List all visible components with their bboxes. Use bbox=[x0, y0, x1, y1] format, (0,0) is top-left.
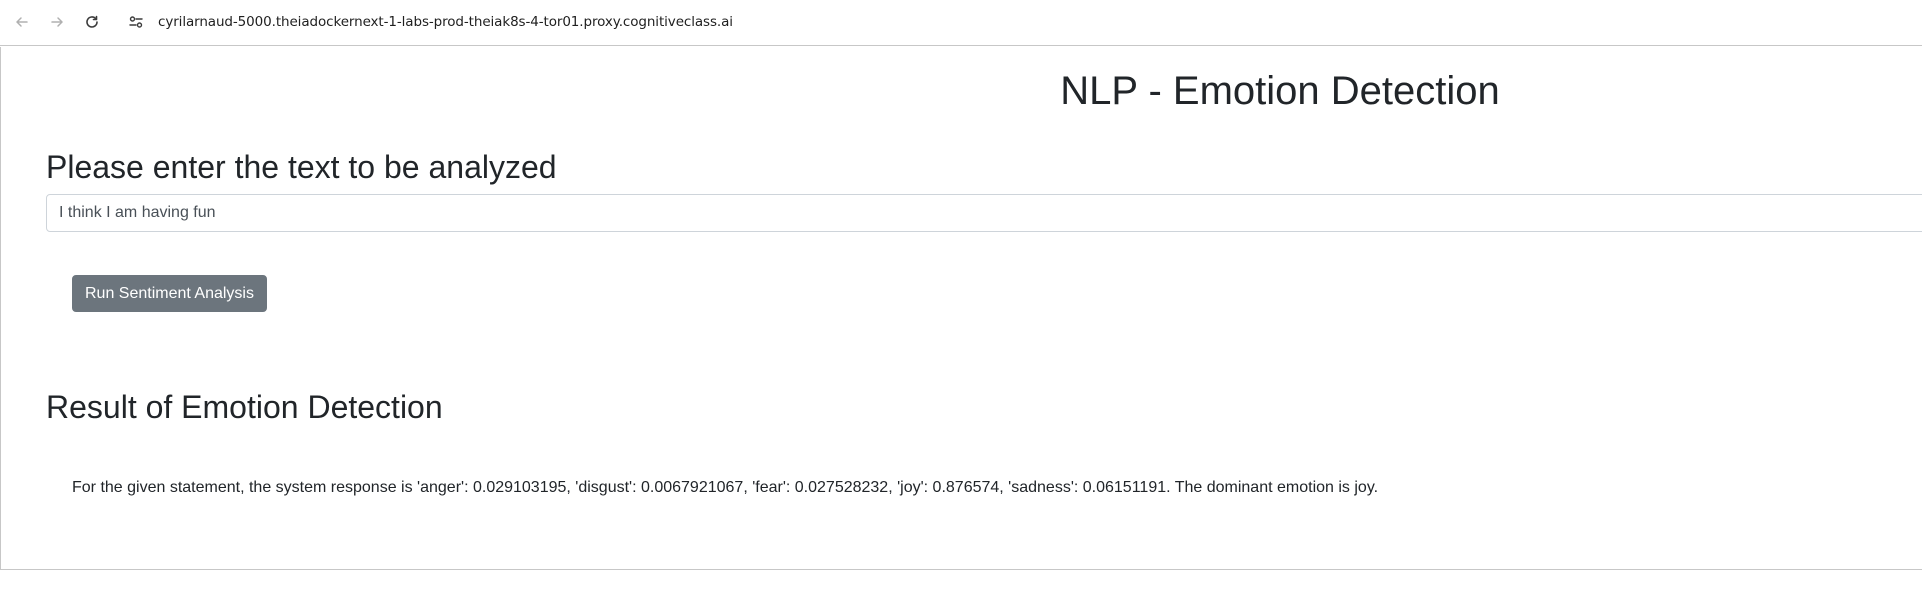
reload-button[interactable] bbox=[80, 10, 104, 34]
address-bar[interactable]: cyrilarnaud-5000.theiadockernext-1-labs-… bbox=[124, 8, 1914, 36]
text-to-analyze-input[interactable] bbox=[46, 194, 1922, 232]
page-title: NLP - Emotion Detection bbox=[1060, 69, 1500, 113]
back-button[interactable] bbox=[10, 10, 34, 34]
back-arrow-icon bbox=[16, 17, 28, 27]
url-text[interactable]: cyrilarnaud-5000.theiadockernext-1-labs-… bbox=[158, 14, 733, 30]
prompt-heading: Please enter the text to be analyzed bbox=[46, 149, 557, 185]
result-heading: Result of Emotion Detection bbox=[46, 389, 443, 425]
browser-toolbar: cyrilarnaud-5000.theiadockernext-1-labs-… bbox=[0, 0, 1922, 46]
forward-button[interactable] bbox=[45, 10, 69, 34]
reload-icon bbox=[86, 15, 98, 28]
run-sentiment-analysis-button[interactable]: Run Sentiment Analysis bbox=[72, 275, 267, 312]
forward-arrow-icon bbox=[51, 17, 63, 27]
site-info-button[interactable] bbox=[124, 10, 148, 34]
page-content: NLP - Emotion Detection Please enter the… bbox=[0, 47, 1922, 570]
site-info-icon bbox=[129, 16, 143, 28]
result-text: For the given statement, the system resp… bbox=[72, 479, 1379, 496]
